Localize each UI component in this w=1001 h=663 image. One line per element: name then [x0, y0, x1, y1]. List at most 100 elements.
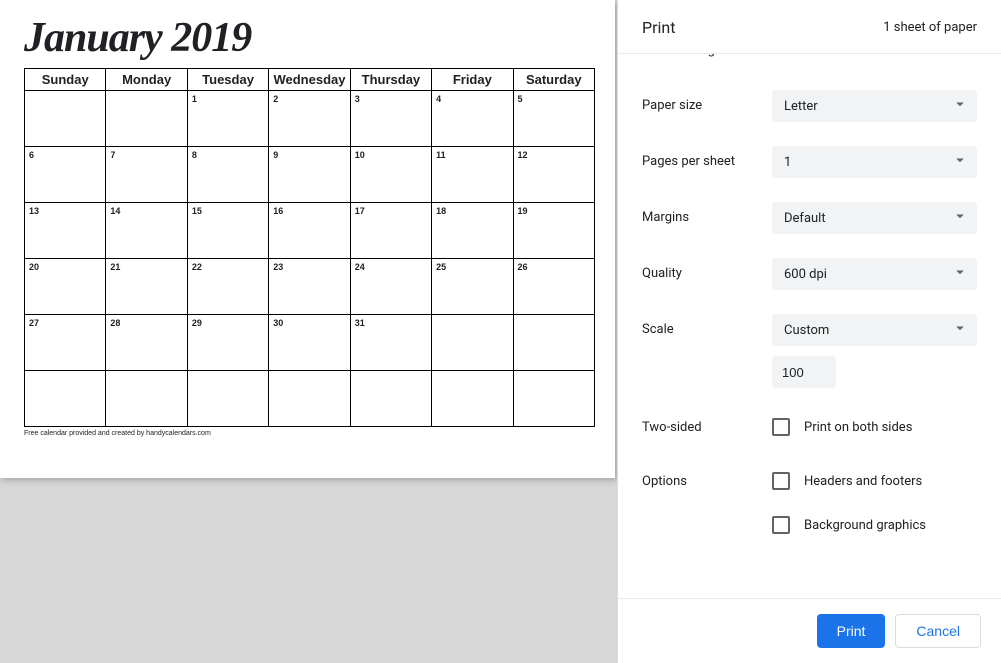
calendar-cell: 25 — [432, 259, 513, 315]
calendar-cell: 30 — [269, 315, 350, 371]
calendar-cell: 20 — [25, 259, 106, 315]
calendar-cell — [25, 371, 106, 427]
margins-dropdown[interactable]: Default — [772, 202, 977, 234]
calendar-cell: 24 — [350, 259, 431, 315]
calendar-cell: 5 — [513, 91, 594, 147]
calendar-day-header: Wednesday — [269, 69, 350, 91]
panel-title: Print — [642, 18, 675, 37]
calendar-day-header: Thursday — [350, 69, 431, 91]
chevron-down-icon — [951, 95, 969, 117]
print-button[interactable]: Print — [817, 614, 886, 648]
calendar-cell — [269, 371, 350, 427]
setting-paper-size: Paper size Letter — [618, 78, 1001, 134]
calendar-cell: 18 — [432, 203, 513, 259]
scroll-filler — [618, 552, 1001, 599]
two-sided-checkbox[interactable] — [772, 418, 790, 436]
panel-footer: Print Cancel — [618, 599, 1001, 663]
panel-header: Print 1 sheet of paper — [618, 0, 1001, 53]
calendar-cell — [432, 315, 513, 371]
calendar-cell: 29 — [187, 315, 268, 371]
quality-value: 600 dpi — [784, 267, 827, 282]
more-settings-label: More settings — [642, 53, 722, 58]
pages-per-sheet-label: Pages per sheet — [642, 146, 772, 169]
print-settings-panel: Print 1 sheet of paper More settings Pap… — [617, 0, 1001, 663]
margins-label: Margins — [642, 202, 772, 225]
headers-footers-label: Headers and footers — [804, 474, 922, 489]
calendar-cell — [350, 371, 431, 427]
calendar-cell: 22 — [187, 259, 268, 315]
calendar-cell — [513, 371, 594, 427]
background-graphics-label: Background graphics — [804, 518, 926, 533]
calendar-cell: 28 — [106, 315, 187, 371]
paper-size-value: Letter — [784, 99, 818, 114]
quality-dropdown[interactable]: 600 dpi — [772, 258, 977, 290]
calendar-cell: 1 — [187, 91, 268, 147]
calendar-cell: 15 — [187, 203, 268, 259]
pages-per-sheet-value: 1 — [784, 155, 791, 170]
setting-options: Options Headers and footers Background g… — [618, 454, 1001, 552]
paper-size-dropdown[interactable]: Letter — [772, 90, 977, 122]
print-preview-area: January 2019 SundayMondayTuesdayWednesda… — [0, 0, 617, 663]
chevron-down-icon — [951, 151, 969, 173]
pages-per-sheet-dropdown[interactable]: 1 — [772, 146, 977, 178]
calendar-cell: 31 — [350, 315, 431, 371]
calendar-cell: 27 — [25, 315, 106, 371]
calendar-day-header: Sunday — [25, 69, 106, 91]
margins-value: Default — [784, 211, 826, 226]
calendar-cell: 23 — [269, 259, 350, 315]
calendar-day-header: Monday — [106, 69, 187, 91]
calendar-cell: 9 — [269, 147, 350, 203]
calendar-cell: 16 — [269, 203, 350, 259]
more-settings-toggle[interactable]: More settings — [618, 53, 1001, 78]
calendar-cell: 7 — [106, 147, 187, 203]
scale-dropdown[interactable]: Custom — [772, 314, 977, 346]
scale-label: Scale — [642, 314, 772, 337]
settings-scroll-area[interactable]: More settings Paper size Letter Pages pe… — [618, 53, 1001, 599]
preview-page: January 2019 SundayMondayTuesdayWednesda… — [0, 0, 615, 478]
setting-pages-per-sheet: Pages per sheet 1 — [618, 134, 1001, 190]
calendar-cell: 26 — [513, 259, 594, 315]
calendar-day-header: Tuesday — [187, 69, 268, 91]
calendar-cell — [513, 315, 594, 371]
chevron-down-icon — [951, 319, 969, 341]
calendar-cell: 12 — [513, 147, 594, 203]
paper-size-label: Paper size — [642, 90, 772, 113]
calendar-cell — [106, 91, 187, 147]
scale-custom-input[interactable] — [772, 356, 836, 388]
calendar-cell: 6 — [25, 147, 106, 203]
setting-two-sided: Two-sided Print on both sides — [618, 400, 1001, 454]
setting-margins: Margins Default — [618, 190, 1001, 246]
setting-scale: Scale Custom — [618, 302, 1001, 400]
headers-footers-checkbox[interactable] — [772, 472, 790, 490]
calendar-cell — [106, 371, 187, 427]
quality-label: Quality — [642, 258, 772, 281]
setting-quality: Quality 600 dpi — [618, 246, 1001, 302]
calendar-title: January 2019 — [24, 14, 595, 62]
calendar-cell — [432, 371, 513, 427]
calendar-day-header: Friday — [432, 69, 513, 91]
calendar-cell: 10 — [350, 147, 431, 203]
chevron-down-icon — [951, 263, 969, 285]
calendar-cell: 14 — [106, 203, 187, 259]
sheet-count: 1 sheet of paper — [883, 20, 977, 35]
options-label: Options — [642, 466, 772, 489]
scale-value: Custom — [784, 323, 829, 338]
calendar-cell: 11 — [432, 147, 513, 203]
calendar-footnote: Free calendar provided and created by ha… — [24, 430, 595, 437]
calendar-cell: 4 — [432, 91, 513, 147]
calendar-cell: 2 — [269, 91, 350, 147]
calendar-cell: 17 — [350, 203, 431, 259]
calendar-day-header: Saturday — [513, 69, 594, 91]
calendar-cell — [25, 91, 106, 147]
chevron-up-icon — [957, 53, 977, 62]
calendar-cell: 19 — [513, 203, 594, 259]
cancel-button[interactable]: Cancel — [895, 614, 981, 648]
calendar-cell — [187, 371, 268, 427]
chevron-down-icon — [951, 207, 969, 229]
calendar-cell: 13 — [25, 203, 106, 259]
calendar-cell: 8 — [187, 147, 268, 203]
calendar-cell: 3 — [350, 91, 431, 147]
calendar-cell: 21 — [106, 259, 187, 315]
background-graphics-checkbox[interactable] — [772, 516, 790, 534]
two-sided-label: Two-sided — [642, 412, 772, 435]
